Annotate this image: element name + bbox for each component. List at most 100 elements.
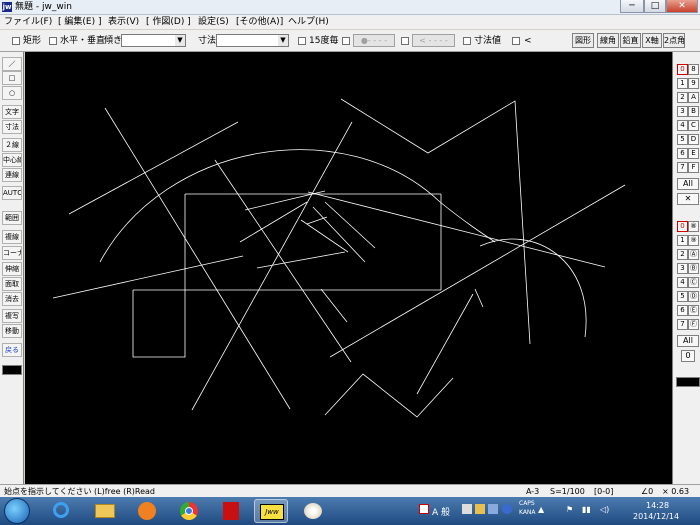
layer-group-button-f[interactable]: Ⓕ	[688, 319, 699, 330]
layer-group-button-1[interactable]: 1	[677, 235, 688, 246]
volume-icon[interactable]: ◁)	[600, 505, 609, 514]
start-button-icon[interactable]	[4, 498, 30, 524]
layer-button-3[interactable]: 3	[677, 106, 688, 117]
layer-group-zero-button[interactable]: 0	[681, 350, 695, 362]
layer-indicator[interactable]: [0-0]	[594, 486, 613, 497]
layer-button-d[interactable]: D	[688, 134, 699, 145]
jw-cad-taskbar-icon[interactable]: Jww	[254, 499, 288, 523]
auto-tool-button[interactable]: AUTO	[2, 186, 22, 200]
lt-checkbox[interactable]	[512, 37, 520, 45]
layer-button-0[interactable]: 0	[677, 64, 688, 75]
shape-button[interactable]: 図形	[572, 33, 594, 48]
vertical-button[interactable]: 鉛直	[620, 33, 641, 48]
dots-button[interactable]: ●- - - -	[353, 34, 395, 47]
layer-button-9[interactable]: 9	[688, 78, 699, 89]
layer-group-button-d[interactable]: Ⓓ	[688, 291, 699, 302]
dimension-combo[interactable]: ▼	[216, 34, 289, 47]
dimension-tool-button[interactable]: 寸法	[2, 120, 22, 134]
layer-group-button-7[interactable]: 7	[677, 319, 688, 330]
layer-group-button-e[interactable]: Ⓔ	[688, 305, 699, 316]
corner-tool-button[interactable]: コーナー	[2, 246, 22, 260]
angle-value[interactable]: ∠0	[641, 486, 653, 497]
file-explorer-icon[interactable]	[88, 499, 122, 523]
layer-button-c[interactable]: C	[688, 120, 699, 131]
text-tool-button[interactable]: 文字	[2, 105, 22, 119]
dimvalue-checkbox[interactable]	[463, 37, 471, 45]
layer-button-b[interactable]: B	[688, 106, 699, 117]
menu-file[interactable]: ファイル(F)	[4, 16, 52, 28]
line-style-swatch[interactable]	[2, 365, 22, 375]
layer-group-all-button[interactable]: All	[677, 335, 699, 347]
menu-view[interactable]: 表示(V)	[108, 16, 139, 28]
layer-button-f[interactable]: F	[688, 162, 699, 173]
layer-group-button-2[interactable]: 2	[677, 249, 688, 260]
clock-date[interactable]: 2014/12/14	[633, 512, 679, 521]
continuous-line-tool-button[interactable]: 連線	[2, 168, 22, 182]
menu-draw[interactable]: [ 作図(D) ]	[146, 16, 191, 28]
zoom-value[interactable]: × 0.63	[662, 486, 689, 497]
extend-tool-button[interactable]: 伸縮	[2, 262, 22, 276]
layer-button-e[interactable]: E	[688, 148, 699, 159]
layer-button-6[interactable]: 6	[677, 148, 688, 159]
range-tool-button[interactable]: 範囲	[2, 211, 22, 225]
ime-mode[interactable]: A 般	[432, 505, 450, 518]
layer-button-1[interactable]: 1	[677, 78, 688, 89]
maximize-button[interactable]: □	[644, 0, 666, 13]
layer-group-button-3[interactable]: 3	[677, 263, 688, 274]
erase-tool-button[interactable]: 消去	[2, 292, 22, 306]
layer-clear-button[interactable]: ✕	[677, 193, 699, 205]
layer-button-8[interactable]: 8	[688, 64, 699, 75]
line-tool-button[interactable]: ／	[2, 57, 22, 71]
rect-checkbox[interactable]	[12, 37, 20, 45]
x-axis-button[interactable]: X軸	[642, 33, 662, 48]
layer-group-button-6[interactable]: 6	[677, 305, 688, 316]
circle-tool-button[interactable]: ○	[2, 86, 22, 100]
close-button[interactable]: ✕	[666, 0, 698, 13]
scale-value[interactable]: S=1/100	[550, 486, 585, 497]
menu-other[interactable]: [その他(A)]	[236, 16, 283, 28]
slope-combo[interactable]: ▼	[121, 34, 186, 47]
two-point-angle-button[interactable]: 2点角	[663, 33, 685, 48]
clock-time[interactable]: 14:28	[646, 501, 669, 510]
center-line-tool-button[interactable]: 中心線	[2, 153, 22, 167]
line-angle-button[interactable]: 線角	[597, 33, 619, 48]
double-line-tool-button[interactable]: ２線	[2, 138, 22, 152]
offset-tool-button[interactable]: 複線	[2, 230, 22, 244]
chrome-icon[interactable]	[172, 499, 206, 523]
menu-settings[interactable]: 設定(S)	[198, 16, 229, 28]
layer-group-button-c[interactable]: Ⓒ	[688, 277, 699, 288]
menu-help[interactable]: ヘルプ(H)	[288, 16, 329, 28]
paint-icon[interactable]	[296, 499, 330, 523]
layer-style-swatch[interactable]	[676, 377, 700, 387]
flag-icon[interactable]: ⚑	[566, 505, 573, 514]
deg15-checkbox[interactable]	[298, 37, 306, 45]
arrow-button[interactable]: < - - - -	[412, 34, 455, 47]
minimize-button[interactable]: ─	[620, 0, 644, 13]
layer-button-2[interactable]: 2	[677, 92, 688, 103]
layer-group-button-a[interactable]: Ⓐ	[688, 249, 699, 260]
layer-button-7[interactable]: 7	[677, 162, 688, 173]
drawing-canvas[interactable]	[25, 52, 672, 484]
ime-toggle-icon[interactable]	[419, 504, 429, 514]
layer-all-button[interactable]: All	[677, 178, 699, 190]
layer-group-button-9[interactable]: ⑨	[688, 235, 699, 246]
acrobat-icon[interactable]	[214, 499, 248, 523]
rectangle-tool-button[interactable]: □	[2, 71, 22, 85]
network-icon[interactable]: ▮▮	[582, 505, 591, 514]
layer-button-5[interactable]: 5	[677, 134, 688, 145]
internet-explorer-icon[interactable]	[44, 499, 78, 523]
layer-group-button-4[interactable]: 4	[677, 277, 688, 288]
layer-group-button-0[interactable]: 0	[677, 221, 688, 232]
horizontal-vertical-checkbox[interactable]	[49, 37, 57, 45]
paper-size[interactable]: A-3	[526, 486, 539, 497]
menu-edit[interactable]: [ 編集(E) ]	[58, 16, 101, 28]
move-tool-button[interactable]: 移動	[2, 324, 22, 338]
dots-checkbox[interactable]	[342, 37, 350, 45]
copy-tool-button[interactable]: 複写	[2, 309, 22, 323]
layer-group-button-8[interactable]: ⑧	[688, 221, 699, 232]
layer-group-button-5[interactable]: 5	[677, 291, 688, 302]
media-player-icon[interactable]	[130, 499, 164, 523]
arrow-checkbox[interactable]	[401, 37, 409, 45]
layer-button-4[interactable]: 4	[677, 120, 688, 131]
tray-expand-icon[interactable]: ▲	[538, 505, 544, 514]
